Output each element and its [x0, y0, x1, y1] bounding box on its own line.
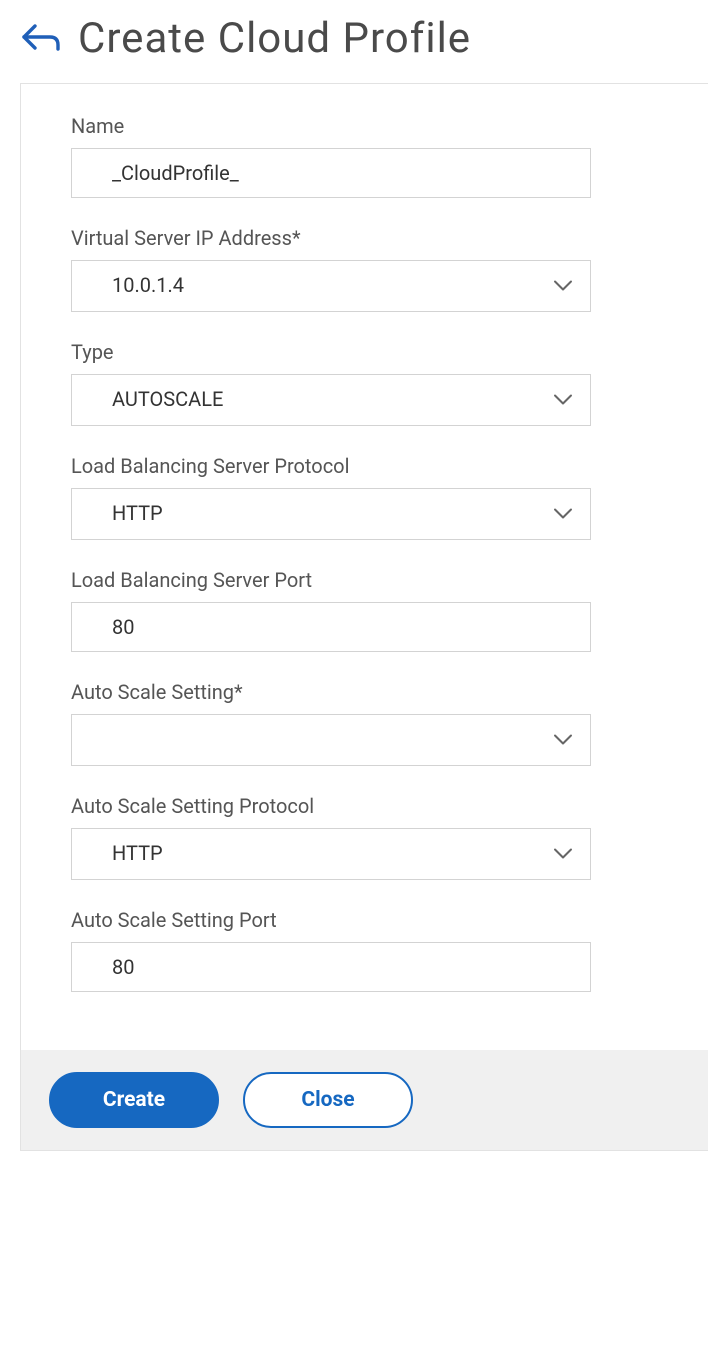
lb-protocol-select[interactable]: HTTP	[71, 488, 591, 540]
form-area: Name Virtual Server IP Address* 10.0.1.4…	[21, 84, 708, 1050]
autoscale-setting-label: Auto Scale Setting*	[71, 680, 658, 704]
field-vsip: Virtual Server IP Address* 10.0.1.4	[71, 226, 658, 312]
name-input[interactable]	[71, 148, 591, 198]
autoscale-protocol-label: Auto Scale Setting Protocol	[71, 794, 658, 818]
field-autoscale-setting: Auto Scale Setting*	[71, 680, 658, 766]
lb-port-input[interactable]	[71, 602, 591, 652]
autoscale-setting-select[interactable]	[71, 714, 591, 766]
autoscale-port-label: Auto Scale Setting Port	[71, 908, 658, 932]
field-autoscale-protocol: Auto Scale Setting Protocol HTTP	[71, 794, 658, 880]
autoscale-port-input[interactable]	[71, 942, 591, 992]
vsip-label: Virtual Server IP Address*	[71, 226, 658, 250]
lb-port-label: Load Balancing Server Port	[71, 568, 658, 592]
field-name: Name	[71, 114, 658, 198]
page-title: Create Cloud Profile	[78, 14, 471, 63]
autoscale-protocol-select[interactable]: HTTP	[71, 828, 591, 880]
vsip-select[interactable]: 10.0.1.4	[71, 260, 591, 312]
field-autoscale-port: Auto Scale Setting Port	[71, 908, 658, 992]
autoscale-protocol-select-value: HTTP	[71, 828, 591, 880]
lb-protocol-select-value: HTTP	[71, 488, 591, 540]
type-select[interactable]: AUTOSCALE	[71, 374, 591, 426]
close-button[interactable]: Close	[243, 1072, 413, 1128]
field-type: Type AUTOSCALE	[71, 340, 658, 426]
lb-protocol-label: Load Balancing Server Protocol	[71, 454, 658, 478]
panel-footer: Create Close	[21, 1050, 708, 1150]
field-lb-protocol: Load Balancing Server Protocol HTTP	[71, 454, 658, 540]
type-select-value: AUTOSCALE	[71, 374, 591, 426]
form-panel: Name Virtual Server IP Address* 10.0.1.4…	[20, 83, 708, 1151]
back-arrow-icon[interactable]	[20, 19, 62, 59]
name-label: Name	[71, 114, 658, 138]
field-lb-port: Load Balancing Server Port	[71, 568, 658, 652]
create-button[interactable]: Create	[49, 1072, 219, 1128]
vsip-select-value: 10.0.1.4	[71, 260, 591, 312]
type-label: Type	[71, 340, 658, 364]
autoscale-setting-select-value	[71, 714, 591, 766]
page-header: Create Cloud Profile	[0, 0, 708, 83]
